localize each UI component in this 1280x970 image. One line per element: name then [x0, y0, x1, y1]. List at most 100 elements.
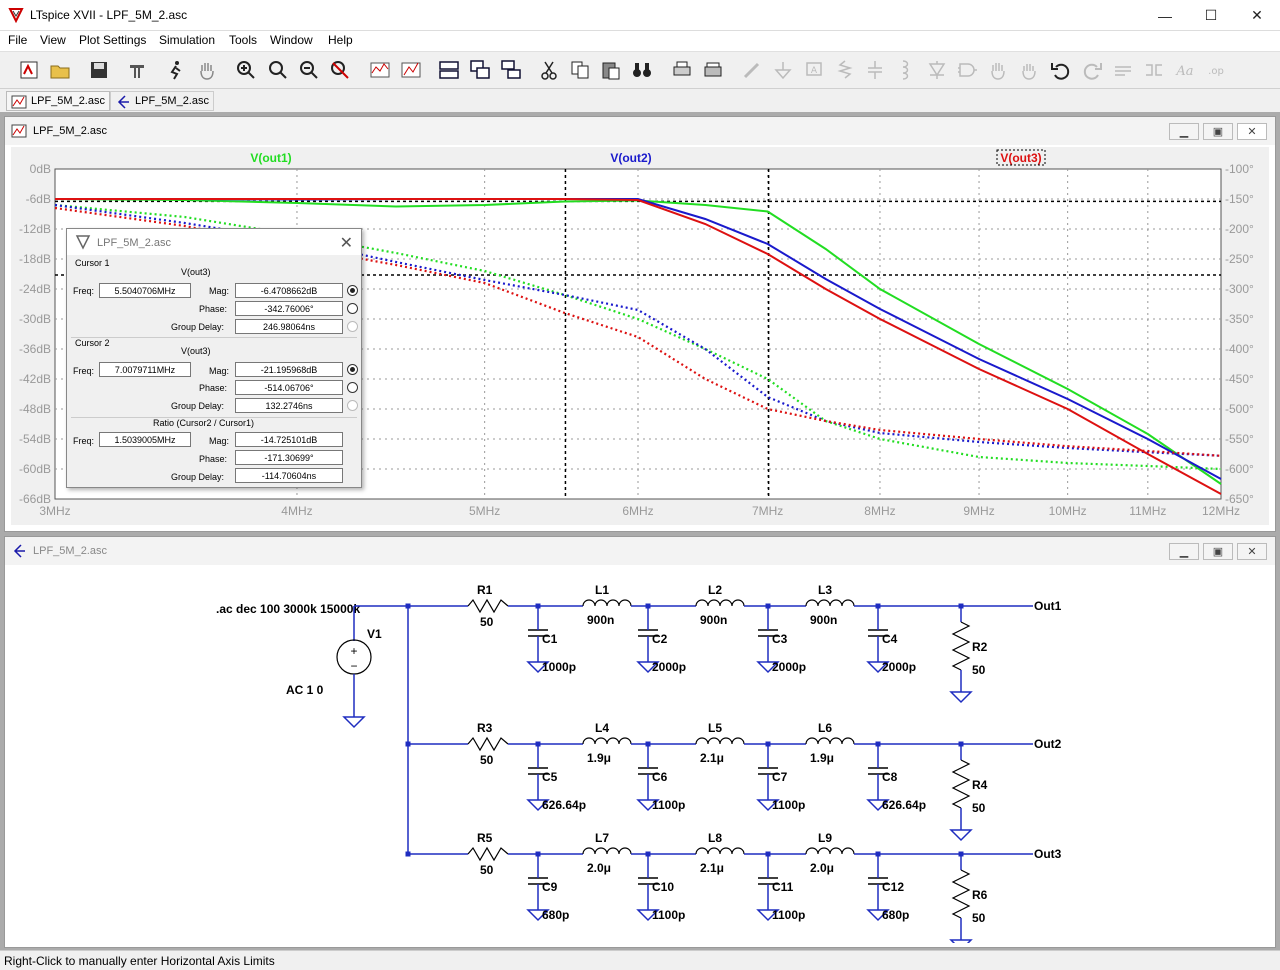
cursor1-mag-field[interactable]: -6.4708662dB [235, 283, 343, 298]
capacitor-name: C7 [772, 770, 788, 784]
cursor2-gd-radio[interactable] [347, 400, 358, 411]
tile-horizontal-icon[interactable] [436, 57, 462, 83]
capacitor-name: C3 [772, 632, 788, 646]
cursor1-phase-field[interactable]: -342.76006° [235, 301, 343, 316]
capacitor-name: C10 [652, 880, 674, 894]
y-left-tick-label: -12dB [19, 222, 51, 236]
ratio-mag-field[interactable]: -14.725101dB [235, 432, 343, 447]
text-icon[interactable]: Aa [1172, 57, 1198, 83]
resistor-icon[interactable] [832, 57, 858, 83]
print-preview-icon[interactable] [700, 57, 726, 83]
close-button[interactable]: ✕ [1234, 0, 1280, 31]
cursor2-phase-field[interactable]: -514.06706° [235, 380, 343, 395]
move-hand-icon[interactable] [985, 57, 1011, 83]
cursor2-mag-radio[interactable] [347, 364, 358, 375]
mirror-icon[interactable] [1141, 57, 1167, 83]
find-binoculars-icon[interactable] [629, 57, 655, 83]
rotate-icon[interactable] [1110, 57, 1136, 83]
schematic-minimize-button[interactable]: ▁ [1169, 543, 1199, 560]
cursor1-mag-radio[interactable] [347, 285, 358, 296]
autorange-icon[interactable] [367, 57, 393, 83]
cursor2-phase-radio[interactable] [347, 382, 358, 393]
save-icon[interactable] [86, 57, 112, 83]
component-icon[interactable] [954, 57, 980, 83]
waveform-minimize-button[interactable]: ▁ [1169, 123, 1199, 140]
spice-directive-icon[interactable]: .op [1203, 57, 1229, 83]
capacitor-icon[interactable] [862, 57, 888, 83]
schematic-restore-button[interactable]: ▣ [1203, 543, 1233, 560]
inductor-value: 2.0μ [810, 861, 834, 875]
cursor1-freq-label: Freq: [73, 286, 95, 296]
inductor-name: L7 [595, 831, 609, 845]
capacitor-name: C8 [882, 770, 898, 784]
inductor-value: 2.0μ [587, 861, 611, 875]
open-folder-icon[interactable] [47, 57, 73, 83]
load-resistor-body [951, 869, 971, 919]
cursor2-mag-field[interactable]: -21.195968dB [235, 362, 343, 377]
x-tick-label: 12MHz [1202, 504, 1240, 518]
menu-file[interactable]: File [8, 33, 27, 47]
cursor-dialog[interactable]: LPF_5M_2.asc ✕ Cursor 1 V(out3) Freq: 5.… [66, 228, 362, 488]
x-tick-label: 7MHz [752, 504, 783, 518]
inductor-body [695, 599, 745, 607]
menu-plot-settings[interactable]: Plot Settings [79, 33, 146, 47]
tab-schematic[interactable]: LPF_5M_2.asc [110, 91, 214, 111]
ratio-phase-field[interactable]: -171.30699° [235, 450, 343, 465]
tile-vertical-icon[interactable] [498, 57, 524, 83]
print-icon[interactable] [669, 57, 695, 83]
cascade-icon[interactable] [467, 57, 493, 83]
cursor1-phase-radio[interactable] [347, 303, 358, 314]
run-icon[interactable] [162, 57, 188, 83]
paste-icon[interactable] [598, 57, 624, 83]
halt-hand-icon[interactable] [194, 57, 220, 83]
ground-icon[interactable] [770, 57, 796, 83]
new-schematic-icon[interactable] [16, 57, 42, 83]
cursor2-freq-field[interactable]: 7.0079711MHz [99, 362, 191, 377]
y-left-tick-label: -36dB [19, 342, 51, 356]
waveform-close-button[interactable]: ✕ [1237, 123, 1267, 140]
menu-tools[interactable]: Tools [229, 33, 257, 47]
waveform-restore-button[interactable]: ▣ [1203, 123, 1233, 140]
copy-icon[interactable] [567, 57, 593, 83]
zoom-pan-icon[interactable] [265, 57, 291, 83]
undo-icon[interactable] [1048, 57, 1074, 83]
y-right-tick-label: -450° [1225, 372, 1254, 386]
ratio-gd-field[interactable]: -114.70604ns [235, 468, 343, 483]
capacitor-value: 2000p [882, 660, 916, 674]
cut-icon[interactable] [536, 57, 562, 83]
inductor-body [805, 599, 855, 607]
diode-icon[interactable] [924, 57, 950, 83]
x-tick-label: 11MHz [1129, 504, 1166, 518]
cursor1-gd-field[interactable]: 246.98064ns [235, 319, 343, 334]
inductor-icon[interactable] [892, 57, 918, 83]
inductor-value: 900n [810, 613, 837, 627]
menu-window[interactable]: Window [270, 33, 313, 47]
ratio-freq-field[interactable]: 1.5039005MHz [99, 432, 191, 447]
resistor-body [467, 846, 509, 862]
inductor-body [695, 737, 745, 745]
menu-view[interactable]: View [40, 33, 66, 47]
schematic-canvas[interactable]: .ac dec 100 3000k 15000k +− V1 AC 1 0 R1 50 C1… [11, 567, 1273, 943]
plot-setup-icon[interactable] [398, 57, 424, 83]
inductor-name: L2 [708, 583, 722, 597]
redo-icon[interactable] [1079, 57, 1105, 83]
drag-hand-icon[interactable] [1016, 57, 1042, 83]
minimize-button[interactable]: — [1142, 0, 1188, 31]
voltage-source-minus: − [350, 659, 357, 673]
menu-help[interactable]: Help [328, 33, 353, 47]
schematic-close-button[interactable]: ✕ [1237, 543, 1267, 560]
maximize-button[interactable]: ☐ [1188, 0, 1234, 31]
zoom-out-icon[interactable] [296, 57, 322, 83]
zoom-in-icon[interactable] [233, 57, 259, 83]
label-net-icon[interactable]: A [801, 57, 827, 83]
menu-simulation[interactable]: Simulation [159, 33, 215, 47]
cursor-dialog-close-icon[interactable]: ✕ [340, 233, 353, 253]
zoom-fit-icon[interactable] [327, 57, 353, 83]
control-panel-icon[interactable] [124, 57, 150, 83]
cursor1-gd-radio[interactable] [347, 321, 358, 332]
y-right-tick-label: -500° [1225, 402, 1254, 416]
cursor2-gd-field[interactable]: 132.2746ns [235, 398, 343, 413]
cursor1-freq-field[interactable]: 5.5040706MHz [99, 283, 191, 298]
draw-wire-icon[interactable] [739, 57, 765, 83]
tab-waveform[interactable]: LPF_5M_2.asc [6, 91, 110, 111]
